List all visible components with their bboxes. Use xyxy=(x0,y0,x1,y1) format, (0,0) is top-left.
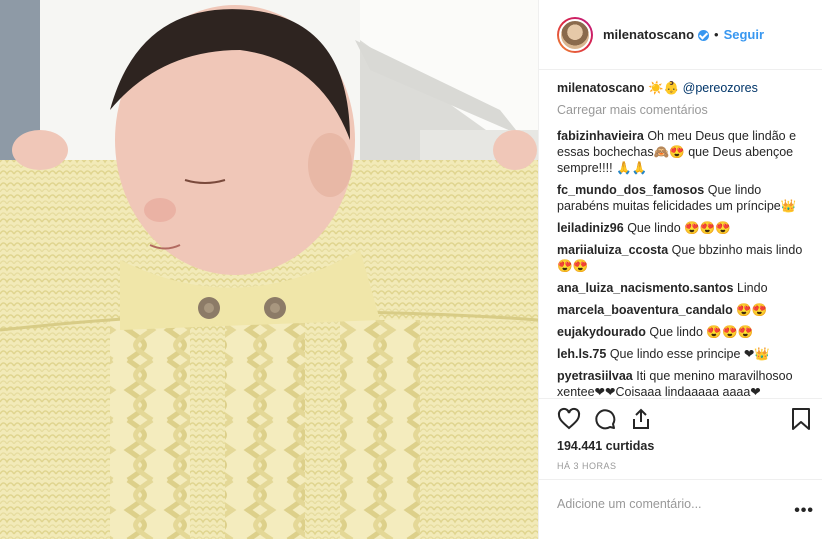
verified-badge-icon xyxy=(698,30,710,41)
comment-item: marcela_boaventura_candalo 😍😍 xyxy=(557,302,812,318)
comment-username[interactable]: marcela_boaventura_candalo xyxy=(557,303,733,317)
comment-item: fabizinhavieira Oh meu Deus que lindão e… xyxy=(557,128,812,176)
comment-username[interactable]: fc_mundo_dos_famosos xyxy=(557,183,704,197)
comment-item: mariialuiza_ccosta Que bbzinho mais lind… xyxy=(557,242,812,274)
comment-username[interactable]: pyetrasiilvaa xyxy=(557,369,633,383)
caption-username[interactable]: milenatoscano xyxy=(557,81,645,95)
comment-text: Lindo xyxy=(736,281,768,295)
likes-count[interactable]: 194.441 curtidas xyxy=(557,439,654,453)
post-actions: 194.441 curtidas HÁ 3 HORAS Adicione um … xyxy=(539,398,822,540)
comment-username[interactable]: fabizinhavieira xyxy=(557,129,644,143)
caption-text: ☀️👶 xyxy=(648,81,680,95)
add-comment-bar: Adicione um comentário... ••• xyxy=(539,479,822,541)
separator-dot: • xyxy=(714,27,719,42)
follow-button[interactable]: Seguir xyxy=(724,27,764,42)
comment-item: leh.ls.75 Que lindo esse principe ❤👑 xyxy=(557,346,812,362)
comment-username[interactable]: eujakydourado xyxy=(557,325,646,339)
post-header: milenatoscano • Seguir xyxy=(539,0,822,70)
share-icon[interactable] xyxy=(629,407,653,431)
username-link[interactable]: milenatoscano xyxy=(603,27,694,42)
post-sidebar: milenatoscano • Seguir milenatoscano ☀️👶… xyxy=(538,0,822,539)
more-options-icon[interactable]: ••• xyxy=(794,502,814,520)
action-icons xyxy=(557,407,812,433)
comment-username[interactable]: ana_luiza_nacismento.santos xyxy=(557,281,733,295)
comment-text: 😍😍 xyxy=(736,303,768,317)
heart-icon[interactable] xyxy=(557,407,581,431)
comment-item: leiladiniz96 Que lindo 😍😍😍 xyxy=(557,220,812,236)
comment-text: Que lindo esse principe ❤👑 xyxy=(609,347,770,361)
comments-list: milenatoscano ☀️👶 @pereozores Carregar m… xyxy=(539,70,822,398)
caption: milenatoscano ☀️👶 @pereozores xyxy=(557,80,812,96)
avatar[interactable] xyxy=(557,16,593,53)
avatar-image xyxy=(559,18,591,51)
comment-username[interactable]: leh.ls.75 xyxy=(557,347,606,361)
comment-input[interactable]: Adicione um comentário... xyxy=(557,497,702,511)
comment-icon[interactable] xyxy=(593,407,617,431)
baby-photo-illustration xyxy=(0,0,538,539)
comment-item: pyetrasiilvaa Iti que menino maravilhoso… xyxy=(557,368,812,398)
comment-username[interactable]: mariialuiza_ccosta xyxy=(557,243,668,257)
post-photo[interactable] xyxy=(0,0,538,539)
caption-mention-link[interactable]: @pereozores xyxy=(683,81,758,95)
comment-item: eujakydourado Que lindo 😍😍😍 xyxy=(557,324,812,340)
post-timestamp[interactable]: HÁ 3 HORAS xyxy=(557,461,617,471)
load-more-comments-link[interactable]: Carregar mais comentários xyxy=(557,102,812,118)
bookmark-icon[interactable] xyxy=(790,407,812,431)
comment-item: fc_mundo_dos_famosos Que lindo parabéns … xyxy=(557,182,812,214)
comment-username[interactable]: leiladiniz96 xyxy=(557,221,624,235)
comment-item: ana_luiza_nacismento.santos Lindo xyxy=(557,280,812,296)
comment-text: Que lindo 😍😍😍 xyxy=(627,221,731,235)
comment-text: Que lindo 😍😍😍 xyxy=(649,325,754,339)
